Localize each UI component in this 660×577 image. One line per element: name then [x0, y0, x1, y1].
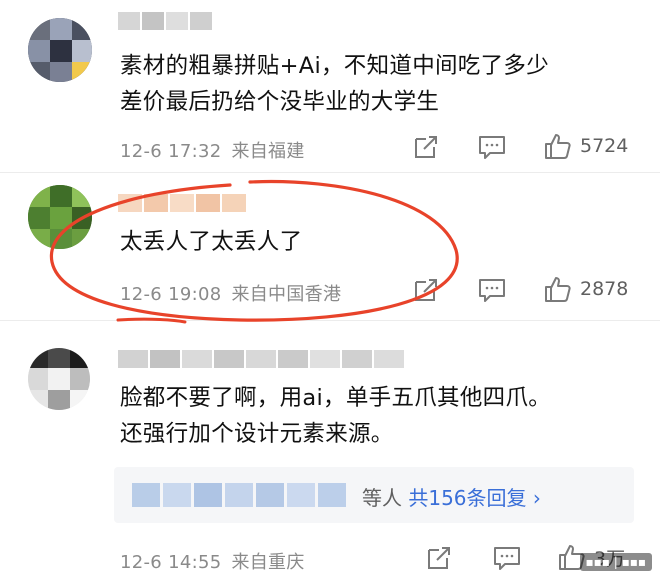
username-blurred[interactable] — [118, 194, 246, 212]
comment-button[interactable] — [478, 277, 506, 303]
comment-text: 太丢人了太丢人了 — [120, 229, 303, 255]
thumbs-up-icon — [545, 277, 571, 302]
like-button[interactable]: 5724 — [544, 132, 628, 160]
comment-time: 12-6 17:32 — [120, 141, 222, 162]
comment-location: 来自福建 — [231, 141, 305, 162]
avatar[interactable] — [28, 18, 92, 82]
thumbs-up-icon — [545, 134, 571, 159]
like-count: 2878 — [580, 278, 629, 300]
username-blurred[interactable] — [118, 350, 404, 368]
comment-text: 脸都不要了啊，用ai，单手五爪其他四爪。 还强行加个设计元素来源。 — [120, 385, 552, 447]
repost-icon — [415, 279, 437, 301]
like-button[interactable]: 2878 — [544, 275, 628, 303]
watermark: ▪▪▪ | ▪▪▪ — [579, 553, 652, 571]
comment-location: 来自中国香港 — [231, 284, 342, 305]
comment-meta: 12-6 19:08 来自中国香港 — [120, 280, 341, 306]
comment-item: 脸都不要了啊，用ai，单手五爪其他四爪。 还强行加个设计元素来源。 等人 共15… — [0, 320, 660, 577]
reply-usernames-blurred — [132, 483, 346, 507]
comment-meta: 12-6 14:55 来自重庆 — [120, 548, 305, 574]
comment-location: 来自重庆 — [231, 552, 305, 573]
repost-button[interactable] — [413, 277, 439, 303]
comment-time: 12-6 14:55 — [120, 552, 222, 573]
repost-icon — [428, 547, 450, 569]
comment-time: 12-6 19:08 — [120, 284, 222, 305]
replies-suffix: 等人 — [362, 486, 402, 510]
comment-item: 太丢人了太丢人了 12-6 19:08 来自中国香港 2878 — [0, 172, 660, 320]
comment-button[interactable] — [493, 545, 521, 571]
repost-button[interactable] — [413, 134, 439, 160]
avatar[interactable] — [28, 185, 92, 249]
repost-icon — [415, 136, 437, 158]
comment-button[interactable] — [478, 134, 506, 160]
comment-icon — [494, 547, 520, 570]
username-blurred[interactable] — [118, 12, 212, 30]
like-count: 5724 — [580, 135, 629, 157]
view-replies-link[interactable]: 共156条回复 › — [408, 486, 541, 510]
comment-text: 素材的粗暴拼贴+Ai，不知道中间吃了多少 差价最后扔给个没毕业的大学生 — [120, 53, 549, 115]
replies-summary: 等人 共156条回复 › — [362, 482, 541, 511]
repost-button[interactable] — [426, 545, 452, 571]
comment-meta: 12-6 17:32 来自福建 — [120, 137, 305, 163]
comment-icon — [479, 279, 505, 302]
avatar[interactable] — [28, 348, 90, 410]
comment-item: 素材的粗暴拼贴+Ai，不知道中间吃了多少 差价最后扔给个没毕业的大学生 12-6… — [0, 0, 660, 172]
replies-preview[interactable]: 等人 共156条回复 › — [114, 467, 634, 523]
comment-icon — [479, 136, 505, 159]
